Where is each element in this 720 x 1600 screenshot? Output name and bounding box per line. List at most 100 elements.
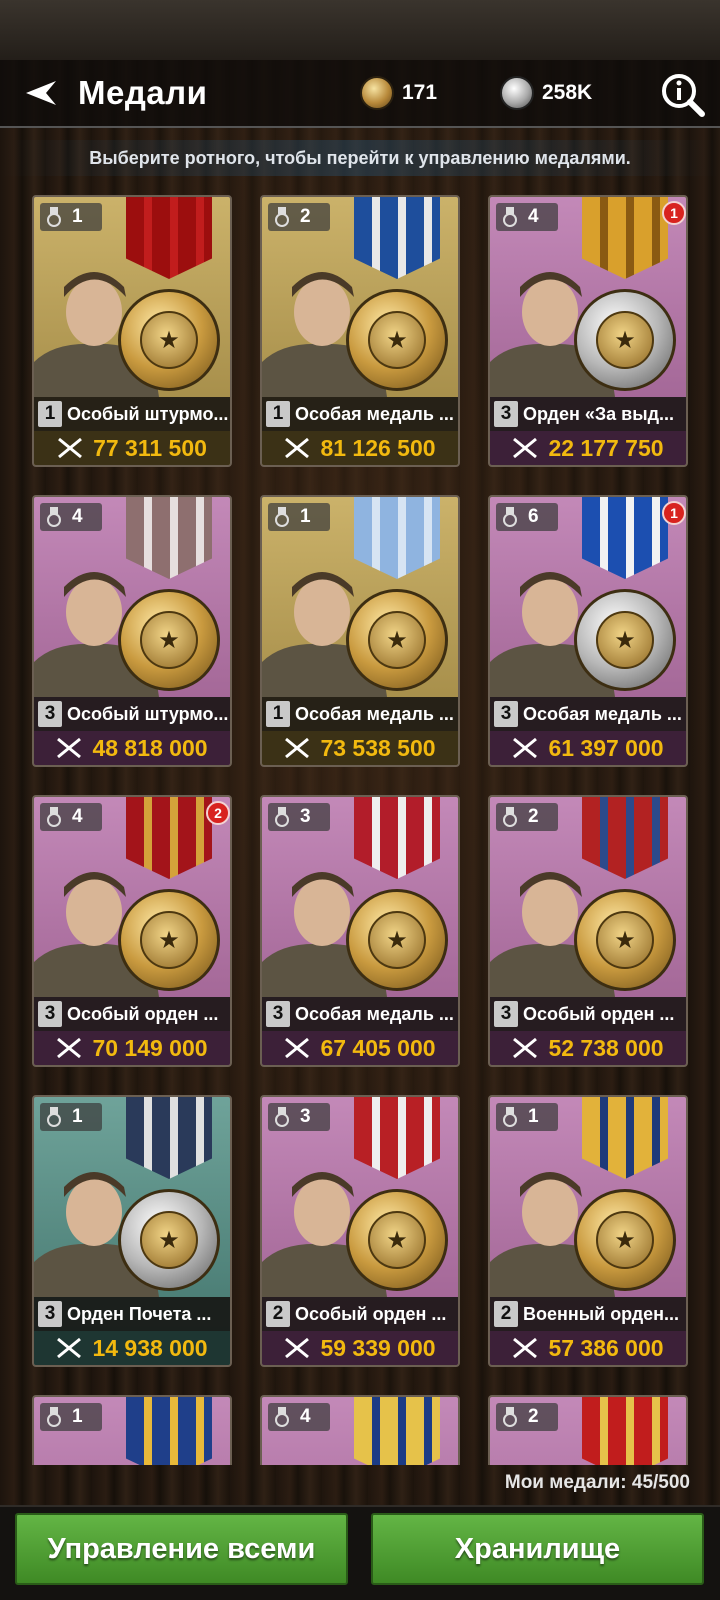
crossed-swords-icon xyxy=(513,1337,538,1359)
medal-small-icon xyxy=(503,207,517,227)
medal-name: Особая медаль ... xyxy=(295,703,454,724)
medal-price-row: 48 818 000 xyxy=(34,731,230,765)
medal-ribbon xyxy=(354,1397,440,1465)
medal-card[interactable]: ★ 1 1 Особый штурмо... 77 311 500 xyxy=(32,195,232,467)
medal-count-value: 2 xyxy=(528,1406,539,1427)
medal-icon: ★ xyxy=(574,589,676,691)
medal-price: 70 149 000 xyxy=(92,1034,208,1061)
medal-small-icon xyxy=(47,807,61,827)
medal-count-tag: 1 xyxy=(268,503,330,531)
medal-name-row: 1 Особый штурмо... xyxy=(34,397,230,431)
medal-price: 52 738 000 xyxy=(548,1034,664,1061)
medal-card[interactable]: ★ 2 1 Особая медаль ... 81 126 500 xyxy=(260,195,460,467)
medal-card[interactable]: ★1 xyxy=(32,1395,232,1465)
medal-small-icon xyxy=(503,807,517,827)
medal-name-row: 1 Особая медаль ... xyxy=(262,397,458,431)
medal-name-row: 3 Орден Почета ... xyxy=(34,1297,230,1331)
medal-name-row: 1 Особая медаль ... xyxy=(262,697,458,731)
medal-count-tag: 3 xyxy=(268,1103,330,1131)
medal-card[interactable]: ★ 4 2 3 Особый орден ... 70 149 000 xyxy=(32,795,232,1067)
medal-count-tag: 2 xyxy=(496,1403,558,1431)
medal-count-tag: 1 xyxy=(496,1103,558,1131)
medal-card[interactable]: ★ 3 2 Особый орден ... 59 339 000 xyxy=(260,1095,460,1367)
medal-small-icon xyxy=(275,507,289,527)
medal-card[interactable]: ★ 6 1 3 Особая медаль ... 61 397 000 xyxy=(488,495,688,767)
medal-name-row: 3 Особый орден ... xyxy=(34,997,230,1031)
medal-count-tag: 4 xyxy=(496,203,558,231)
medal-grade: 3 xyxy=(494,1001,518,1027)
medal-count-value: 3 xyxy=(300,806,311,827)
medal-count-value: 6 xyxy=(528,506,539,527)
medal-count-tag: 2 xyxy=(268,203,330,231)
medal-price-row: 52 738 000 xyxy=(490,1031,686,1065)
medal-price: 73 538 500 xyxy=(320,734,436,761)
crossed-swords-icon xyxy=(58,437,83,459)
medal-card[interactable]: ★ 1 2 Военный орден... 57 386 000 xyxy=(488,1095,688,1367)
medal-count-value: 1 xyxy=(300,506,311,527)
medal-card[interactable]: ★ 3 3 Особая медаль ... 67 405 000 xyxy=(260,795,460,1067)
medal-grade: 2 xyxy=(266,1301,290,1327)
medal-count-value: 4 xyxy=(72,806,83,827)
crossed-swords-icon xyxy=(285,737,310,759)
medal-icon: ★ xyxy=(346,589,448,691)
manage-all-button[interactable]: Управление всеми xyxy=(15,1513,348,1585)
medal-card[interactable]: ★ 1 1 Особая медаль ... 73 538 500 xyxy=(260,495,460,767)
medal-grade: 3 xyxy=(494,401,518,427)
medal-count-value: 2 xyxy=(528,806,539,827)
medal-grade: 3 xyxy=(38,1301,62,1327)
crossed-swords-icon xyxy=(57,1337,82,1359)
medal-name: Орден «За выд... xyxy=(523,403,675,424)
tank-emblem-icon: ★ xyxy=(596,1211,654,1269)
medal-price-row: 81 126 500 xyxy=(262,431,458,465)
medal-name: Особая медаль ... xyxy=(523,703,682,724)
medal-card[interactable]: ★2 xyxy=(488,1395,688,1465)
medal-count-value: 1 xyxy=(72,1406,83,1427)
medal-price-row: 59 339 000 xyxy=(262,1331,458,1365)
medal-name: Орден Почета ... xyxy=(67,1303,212,1324)
medal-name: Особая медаль ... xyxy=(295,403,454,424)
medal-count-value: 2 xyxy=(300,206,311,227)
medal-ribbon xyxy=(582,1397,668,1465)
medal-card[interactable]: ★ 2 3 Особый орден ... 52 738 000 xyxy=(488,795,688,1067)
medal-grade: 1 xyxy=(38,401,62,427)
storage-button[interactable]: Хранилище xyxy=(371,1513,704,1585)
medal-grid: ★ 1 1 Особый штурмо... 77 311 500 ★ 2 1 Особая м… xyxy=(0,0,720,1465)
medal-name-row: 2 Военный орден... xyxy=(490,1297,686,1331)
medal-count-value: 1 xyxy=(72,1106,83,1127)
medal-name-row: 3 Орден «За выд... xyxy=(490,397,686,431)
medal-count-value: 4 xyxy=(72,506,83,527)
medal-small-icon xyxy=(47,207,61,227)
medal-card[interactable]: ★ 4 3 Особый штурмо... 48 818 000 xyxy=(32,495,232,767)
medal-card[interactable]: ★4 xyxy=(260,1395,460,1465)
medal-price-row: 22 177 750 xyxy=(490,431,686,465)
medal-card[interactable]: ★ 4 1 3 Орден «За выд... 22 177 750 xyxy=(488,195,688,467)
medal-grade: 1 xyxy=(266,401,290,427)
medal-count-tag: 6 xyxy=(496,503,558,531)
medal-icon: ★ xyxy=(118,1189,220,1291)
medal-icon: ★ xyxy=(574,289,676,391)
crossed-swords-icon xyxy=(513,1037,538,1059)
medal-count-tag: 1 xyxy=(40,1403,102,1431)
medal-name: Особый штурмо... xyxy=(67,703,229,724)
medal-price: 59 339 000 xyxy=(320,1334,436,1361)
medal-name: Особый орден ... xyxy=(523,1003,675,1024)
medal-small-icon xyxy=(503,1107,517,1127)
medal-name: Особая медаль ... xyxy=(295,1003,454,1024)
medal-price: 48 818 000 xyxy=(92,734,208,761)
medal-name-row: 3 Особый штурмо... xyxy=(34,697,230,731)
medal-count-tag: 4 xyxy=(268,1403,330,1431)
notification-badge: 1 xyxy=(662,501,686,525)
medal-card[interactable]: ★ 1 3 Орден Почета ... 14 938 000 xyxy=(32,1095,232,1367)
medal-count-value: 1 xyxy=(72,206,83,227)
crossed-swords-icon xyxy=(513,737,538,759)
medal-price: 67 405 000 xyxy=(320,1034,436,1061)
tank-emblem-icon: ★ xyxy=(140,311,198,369)
medal-icon: ★ xyxy=(346,289,448,391)
medal-small-icon xyxy=(47,507,61,527)
medal-grade: 3 xyxy=(38,701,62,727)
medal-count-tag: 4 xyxy=(40,803,102,831)
medal-small-icon xyxy=(275,1407,289,1427)
medal-price: 22 177 750 xyxy=(548,434,664,461)
medal-grade: 2 xyxy=(494,1301,518,1327)
medal-count-value: 1 xyxy=(528,1106,539,1127)
